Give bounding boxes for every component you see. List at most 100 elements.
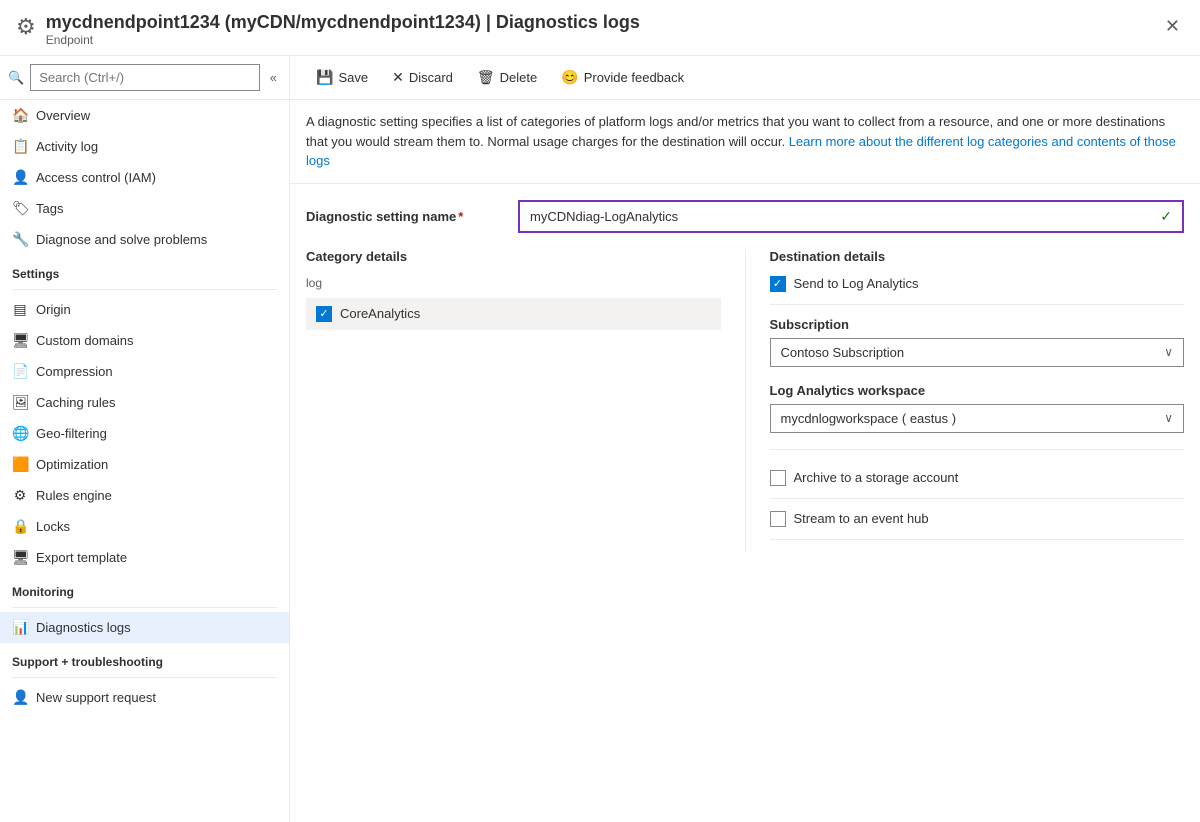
workspace-label: Log Analytics workspace xyxy=(770,383,1185,398)
sidebar-item-activity-log[interactable]: 📋 Activity log xyxy=(0,131,289,162)
sidebar-item-diagnostics-logs[interactable]: 📊 Diagnostics logs xyxy=(0,612,289,643)
new-support-request-icon: 👤 xyxy=(12,689,28,706)
sidebar-item-tags[interactable]: 🏷 Tags xyxy=(0,193,289,224)
sidebar-item-new-support-request[interactable]: 👤 New support request xyxy=(0,682,289,713)
core-analytics-label: CoreAnalytics xyxy=(340,306,420,321)
diagnostics-logs-icon: 📊 xyxy=(12,619,28,636)
sidebar-item-geo-filtering[interactable]: 🌐 Geo-filtering xyxy=(0,418,289,449)
geo-filtering-icon: 🌐 xyxy=(12,425,28,442)
sidebar-item-access-control-label: Access control (IAM) xyxy=(36,170,156,185)
delete-label: Delete xyxy=(500,70,538,85)
collapse-button[interactable]: « xyxy=(266,66,281,89)
setting-name-value: myCDNdiag-LogAnalytics xyxy=(530,209,678,224)
settings-section-header: Settings xyxy=(0,255,289,285)
header-title-block: mycdnendpoint1234 (myCDN/mycdnendpoint12… xyxy=(46,12,640,47)
sidebar-item-diagnostics-logs-label: Diagnostics logs xyxy=(36,620,131,635)
sidebar-item-diagnose-label: Diagnose and solve problems xyxy=(36,232,207,247)
locks-icon: 🔒 xyxy=(12,518,28,535)
sidebar-item-origin-label: Origin xyxy=(36,302,71,317)
send-to-log-analytics-checkbox[interactable]: ✓ xyxy=(770,276,786,292)
settings-divider xyxy=(12,289,277,290)
sidebar-item-diagnose[interactable]: 🔧 Diagnose and solve problems xyxy=(0,224,289,255)
sidebar-item-origin[interactable]: ▤ Origin xyxy=(0,294,289,325)
destination-column: Destination details ✓ Send to Log Analyt… xyxy=(745,249,1185,552)
feedback-button[interactable]: 😊 Provide feedback xyxy=(551,64,694,91)
close-button[interactable]: ✕ xyxy=(1161,12,1184,41)
category-details-title: Category details xyxy=(306,249,721,264)
subscription-dropdown[interactable]: Contoso Subscription ∨ xyxy=(770,338,1185,367)
log-section-label: log xyxy=(306,276,721,290)
optimization-icon: 🟧 xyxy=(12,456,28,473)
workspace-value: mycdnlogworkspace ( eastus ) xyxy=(781,411,957,426)
page-title: mycdnendpoint1234 (myCDN/mycdnendpoint12… xyxy=(46,12,640,33)
workspace-dropdown-arrow: ∨ xyxy=(1164,411,1173,425)
sidebar-item-custom-domains-label: Custom domains xyxy=(36,333,134,348)
sidebar-item-optimization[interactable]: 🟧 Optimization xyxy=(0,449,289,480)
sidebar-item-export-template[interactable]: 🖥 Export template xyxy=(0,542,289,573)
stream-row: Stream to an event hub xyxy=(770,511,1185,540)
sidebar-item-compression[interactable]: 📄 Compression xyxy=(0,356,289,387)
monitoring-divider xyxy=(12,607,277,608)
workspace-dropdown[interactable]: mycdnlogworkspace ( eastus ) ∨ xyxy=(770,404,1185,433)
sidebar-item-custom-domains[interactable]: 🖥 Custom domains xyxy=(0,325,289,356)
send-to-log-analytics-row: ✓ Send to Log Analytics xyxy=(770,276,1185,305)
monitoring-section-header: Monitoring xyxy=(0,573,289,603)
tags-icon: 🏷 xyxy=(12,200,28,217)
sidebar-item-overview[interactable]: 🏠 Overview xyxy=(0,100,289,131)
sidebar-item-overview-label: Overview xyxy=(36,108,90,123)
description-area: A diagnostic setting specifies a list of… xyxy=(290,100,1200,184)
custom-domains-icon: 🖥 xyxy=(12,332,28,349)
sidebar-item-geo-filtering-label: Geo-filtering xyxy=(36,426,107,441)
archive-checkbox[interactable] xyxy=(770,470,786,486)
sidebar-item-locks[interactable]: 🔒 Locks xyxy=(0,511,289,542)
sidebar-item-caching-rules-label: Caching rules xyxy=(36,395,116,410)
send-to-log-analytics-label: Send to Log Analytics xyxy=(794,276,919,291)
toolbar: 💾 Save ✕ Discard 🗑 Delete 😊 Provide feed… xyxy=(290,56,1200,100)
save-icon: 💾 xyxy=(316,69,333,86)
sidebar-item-compression-label: Compression xyxy=(36,364,113,379)
header-left: ⚙ mycdnendpoint1234 (myCDN/mycdnendpoint… xyxy=(16,12,640,47)
archive-row: Archive to a storage account xyxy=(770,470,1185,499)
setting-name-label: Diagnostic setting name* xyxy=(306,209,506,224)
export-template-icon: 🖥 xyxy=(12,549,28,566)
activity-log-icon: 📋 xyxy=(12,138,28,155)
sidebar-item-rules-engine[interactable]: ⚙ Rules engine xyxy=(0,480,289,511)
diagnose-icon: 🔧 xyxy=(12,231,28,248)
core-analytics-item: ✓ CoreAnalytics xyxy=(306,298,721,330)
archive-label: Archive to a storage account xyxy=(794,470,959,485)
delete-button[interactable]: 🗑 Delete xyxy=(467,64,547,91)
subscription-section: Subscription Contoso Subscription ∨ xyxy=(770,317,1185,367)
stream-checkbox[interactable] xyxy=(770,511,786,527)
compression-icon: 📄 xyxy=(12,363,28,380)
search-input[interactable] xyxy=(30,64,260,91)
page-subtitle: Endpoint xyxy=(46,33,640,47)
origin-icon: ▤ xyxy=(12,301,28,318)
core-analytics-checkbox[interactable]: ✓ xyxy=(316,306,332,322)
main-layout: 🔍 « 🏠 Overview 📋 Activity log 👤 Access c… xyxy=(0,56,1200,822)
overview-icon: 🏠 xyxy=(12,107,28,124)
sidebar-item-access-control[interactable]: 👤 Access control (IAM) xyxy=(0,162,289,193)
search-bar: 🔍 « xyxy=(0,56,289,100)
sidebar-item-caching-rules[interactable]: 🖼 Caching rules xyxy=(0,387,289,418)
sidebar-item-optimization-label: Optimization xyxy=(36,457,108,472)
feedback-icon: 😊 xyxy=(561,69,578,86)
setting-name-input[interactable]: myCDNdiag-LogAnalytics ✓ xyxy=(518,200,1184,233)
feedback-label: Provide feedback xyxy=(584,70,684,85)
form-area: Diagnostic setting name* myCDNdiag-LogAn… xyxy=(290,184,1200,822)
search-icon: 🔍 xyxy=(8,70,24,86)
sidebar: 🔍 « 🏠 Overview 📋 Activity log 👤 Access c… xyxy=(0,56,290,822)
workspace-section: Log Analytics workspace mycdnlogworkspac… xyxy=(770,383,1185,450)
content-area: 💾 Save ✕ Discard 🗑 Delete 😊 Provide feed… xyxy=(290,56,1200,822)
stream-label: Stream to an event hub xyxy=(794,511,929,526)
sidebar-item-tags-label: Tags xyxy=(36,201,63,216)
discard-button[interactable]: ✕ Discard xyxy=(382,64,463,91)
subscription-dropdown-arrow: ∨ xyxy=(1164,345,1173,359)
save-label: Save xyxy=(338,70,368,85)
two-column-layout: Category details log ✓ CoreAnalytics Des… xyxy=(306,249,1184,552)
rules-engine-icon: ⚙ xyxy=(12,487,28,504)
caching-rules-icon: 🖼 xyxy=(12,394,28,411)
gear-icon: ⚙ xyxy=(16,14,36,40)
delete-icon: 🗑 xyxy=(477,69,495,86)
sidebar-item-activity-log-label: Activity log xyxy=(36,139,98,154)
save-button[interactable]: 💾 Save xyxy=(306,64,378,91)
